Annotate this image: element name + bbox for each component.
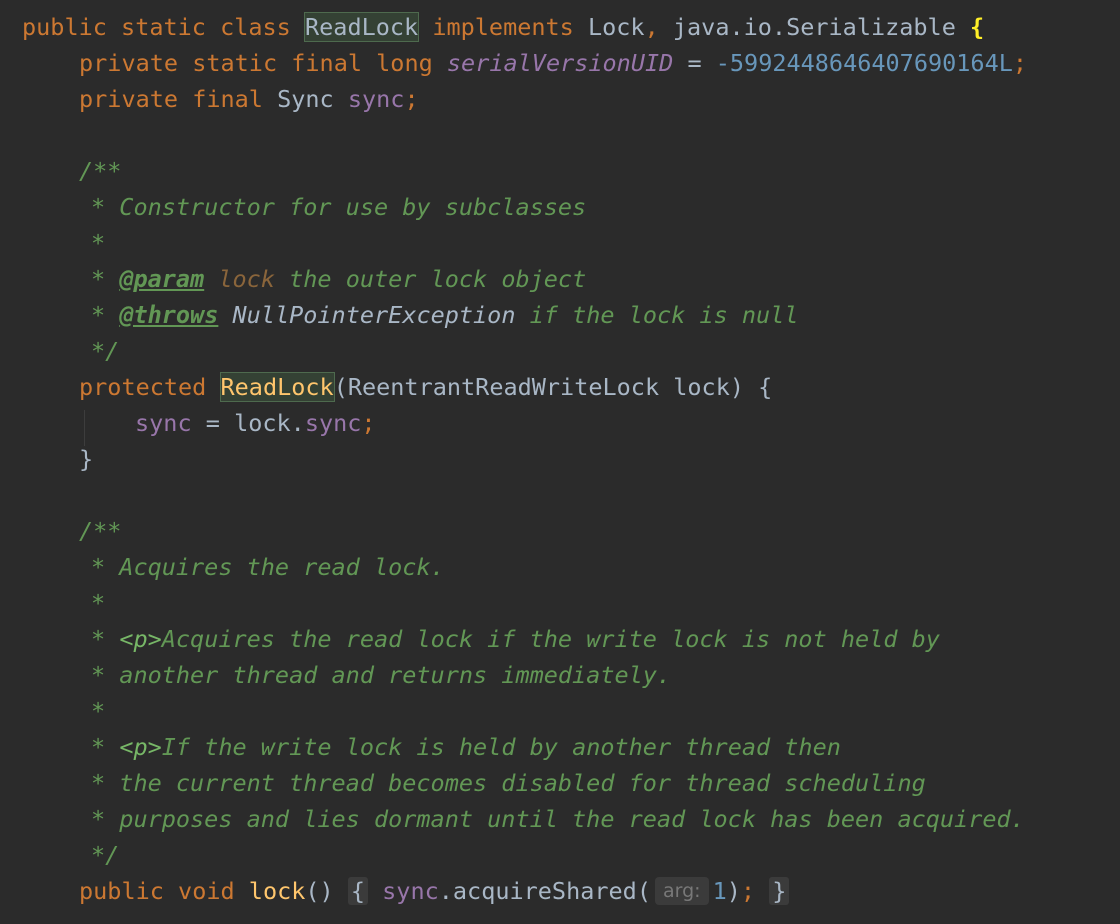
semicolon: ;: [361, 409, 376, 437]
keyword-static: static: [121, 13, 206, 41]
close-paren: ): [726, 877, 741, 905]
semicolon: ;: [404, 85, 419, 113]
doc-star: *: [91, 301, 106, 329]
doc-text: the outer lock object: [289, 265, 587, 293]
code-editor[interactable]: public static class ReadLock implements …: [0, 0, 1120, 924]
doc-comment-line: *: [91, 693, 105, 729]
keyword-final: final: [291, 49, 362, 77]
param-lock[interactable]: lock.: [234, 409, 305, 437]
folded-brace-close[interactable]: }: [769, 877, 790, 905]
doc-text: if the lock is null: [529, 301, 799, 329]
field-serial-version-uid[interactable]: serialVersionUID: [447, 49, 673, 77]
code-line-constructor-close[interactable]: }: [79, 441, 93, 477]
operator-eq: =: [205, 409, 220, 437]
doc-comment-line: *: [91, 225, 105, 261]
folded-brace-open[interactable]: {: [347, 877, 368, 905]
member-sync[interactable]: sync: [305, 409, 362, 437]
keyword-class: class: [220, 13, 291, 41]
interface-lock[interactable]: Lock: [588, 13, 645, 41]
number-literal: 1: [712, 877, 727, 905]
doc-close: */: [91, 841, 120, 869]
doc-html-p-tag: <p>: [119, 625, 162, 653]
code-line-class-decl[interactable]: public static class ReadLock implements …: [22, 9, 984, 45]
doc-text: * Constructor for use by subclasses: [91, 193, 587, 221]
doc-text: * Acquires the read lock.: [91, 553, 445, 581]
code-line-constructor[interactable]: protected ReadLock(ReentrantReadWriteLoc…: [79, 369, 772, 405]
doc-comment-line: * purposes and lies dormant until the re…: [91, 801, 1025, 837]
keyword-final: final: [192, 85, 263, 113]
doc-comment-close: */: [91, 333, 119, 369]
doc-text: * purposes and lies dormant until the re…: [91, 805, 1025, 833]
doc-comment-line: * <p>Acquires the read lock if the write…: [91, 621, 940, 657]
doc-star: *: [91, 733, 106, 761]
field-sync[interactable]: sync: [382, 877, 439, 905]
code-line-constructor-body[interactable]: sync = lock.sync;: [135, 405, 376, 441]
doc-text: * another thread and returns immediately…: [91, 661, 672, 689]
doc-text: *: [91, 697, 106, 725]
constructor-params[interactable]: (ReentrantReadWriteLock lock) {: [334, 373, 773, 401]
keyword-void: void: [178, 877, 235, 905]
doc-text: * the current thread becomes disabled fo…: [91, 769, 926, 797]
field-sync[interactable]: sync: [135, 409, 192, 437]
doc-text: Acquires the read lock if the write lock…: [161, 625, 940, 653]
number-literal: -5992448646407690164L: [715, 49, 1013, 77]
keyword-implements: implements: [432, 13, 574, 41]
doc-tag-param[interactable]: @param: [119, 265, 204, 293]
class-name-highlight[interactable]: ReadLock: [303, 12, 420, 42]
keyword-static: static: [192, 49, 278, 77]
comma: ,: [644, 13, 659, 41]
brace-match-open: {: [970, 13, 985, 41]
doc-text: *: [91, 589, 106, 617]
semicolon: ;: [1012, 49, 1028, 77]
doc-comment-line: *: [91, 585, 105, 621]
doc-comment-param: * @param lock the outer lock object: [91, 261, 586, 297]
keyword-private: private: [79, 49, 179, 77]
keyword-long: long: [376, 49, 433, 77]
semicolon: ;: [740, 877, 756, 905]
doc-text: If the write lock is held by another thr…: [161, 733, 841, 761]
doc-param-name[interactable]: lock: [218, 265, 275, 293]
doc-throws-type[interactable]: NullPointerException: [233, 301, 516, 329]
doc-comment-line: * Constructor for use by subclasses: [91, 189, 586, 225]
method-name-lock[interactable]: lock: [249, 877, 306, 905]
doc-comment-line: * another thread and returns immediately…: [91, 657, 671, 693]
keyword-public: public: [22, 13, 107, 41]
doc-comment-open: /**: [79, 513, 121, 549]
doc-comment-open: /**: [79, 153, 121, 189]
doc-comment-line: * the current thread becomes disabled fo…: [91, 765, 926, 801]
doc-star: *: [91, 265, 106, 293]
code-line-serial-uid[interactable]: private static final long serialVersionU…: [79, 45, 1027, 81]
method-call-acquire-shared[interactable]: .acquireShared(: [439, 877, 651, 905]
doc-open: /**: [79, 157, 122, 185]
keyword-public: public: [79, 877, 164, 905]
doc-html-p-tag: <p>: [119, 733, 162, 761]
brace-close: }: [79, 445, 94, 473]
doc-comment-close: */: [91, 837, 119, 873]
doc-open: /**: [79, 517, 122, 545]
keyword-private: private: [79, 85, 179, 113]
keyword-protected: protected: [79, 373, 207, 401]
operator-eq: =: [687, 49, 702, 77]
doc-tag-throws[interactable]: @throws: [119, 301, 218, 329]
doc-close: */: [91, 337, 120, 365]
method-parens: (): [305, 877, 334, 905]
param-hint-arg: arg:: [654, 877, 709, 905]
field-sync[interactable]: sync: [348, 85, 405, 113]
doc-text: *: [91, 229, 106, 257]
code-line-sync-field[interactable]: private final Sync sync;: [79, 81, 419, 117]
doc-comment-line: * <p>If the write lock is held by anothe…: [91, 729, 841, 765]
code-line-lock-method[interactable]: public void lock() { sync.acquireShared(…: [79, 873, 790, 909]
doc-star: *: [91, 625, 106, 653]
doc-comment-throws: * @throws NullPointerException if the lo…: [91, 297, 798, 333]
doc-comment-line: * Acquires the read lock.: [91, 549, 445, 585]
constructor-name-highlight[interactable]: ReadLock: [219, 372, 335, 402]
type-sync[interactable]: Sync: [277, 85, 334, 113]
interface-serializable[interactable]: java.io.Serializable: [673, 13, 956, 41]
